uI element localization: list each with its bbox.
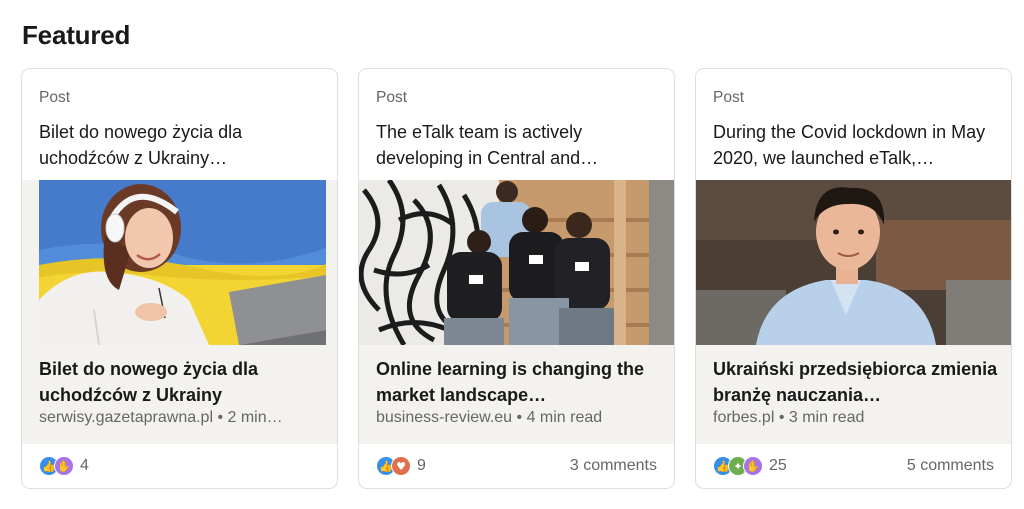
article-source: business-review.eu • 4 min read <box>376 409 603 426</box>
article-title[interactable]: Bilet do nowego życia dla uchodźców z Uk… <box>39 356 324 408</box>
reactions-summary[interactable]: 👍 ♥ 9 <box>376 456 426 476</box>
article-preview[interactable]: Ukraiński przedsiębiorca zmienia branżę … <box>696 180 1011 444</box>
reactions-summary[interactable]: 👍 ✋ 4 <box>39 456 89 476</box>
post-text[interactable]: Bilet do nowego życia dla uchodźców z Uk… <box>39 119 324 171</box>
featured-card[interactable]: Post During the Covid lockdown in May 20… <box>695 68 1012 489</box>
post-text[interactable]: The eTalk team is actively developing in… <box>376 119 661 171</box>
article-source: serwisy.gazetaprawna.pl • 2 min… <box>39 409 283 426</box>
support-reaction-icon: ✋ <box>54 456 74 476</box>
featured-card[interactable]: Post The eTalk team is actively developi… <box>358 68 675 489</box>
reaction-count[interactable]: 25 <box>769 457 787 475</box>
post-text[interactable]: During the Covid lockdown in May 2020, w… <box>713 119 998 171</box>
support-reaction-icon: ✋ <box>743 456 763 476</box>
comments-count[interactable]: 3 comments <box>570 457 657 475</box>
section-title: Featured <box>22 20 131 50</box>
article-preview[interactable]: Online learning is changing the market l… <box>359 180 674 444</box>
love-reaction-icon: ♥ <box>391 456 411 476</box>
card-kind-label: Post <box>39 89 71 106</box>
social-counts: 👍 ♥ 9 3 comments <box>376 455 657 477</box>
article-thumbnail[interactable] <box>696 180 1011 345</box>
reaction-count[interactable]: 9 <box>417 457 426 475</box>
featured-cards: Post Bilet do nowego życia dla uchodźców… <box>21 68 1012 489</box>
article-preview[interactable]: Bilet do nowego życia dla uchodźców z Uk… <box>22 180 337 444</box>
social-counts: 👍 ✦ ✋ 25 5 comments <box>713 455 994 477</box>
article-title[interactable]: Ukraiński przedsiębiorca zmienia branżę … <box>713 356 998 408</box>
card-kind-label: Post <box>376 89 408 106</box>
article-source: forbes.pl • 3 min read <box>713 409 865 426</box>
comments-count[interactable]: 5 comments <box>907 457 994 475</box>
reactions-summary[interactable]: 👍 ✦ ✋ 25 <box>713 456 787 476</box>
social-counts: 👍 ✋ 4 <box>39 455 320 477</box>
article-title[interactable]: Online learning is changing the market l… <box>376 356 661 408</box>
article-thumbnail[interactable] <box>39 180 326 345</box>
article-thumbnail[interactable] <box>359 180 674 345</box>
reaction-count[interactable]: 4 <box>80 457 89 475</box>
card-kind-label: Post <box>713 89 745 106</box>
featured-card[interactable]: Post Bilet do nowego życia dla uchodźców… <box>21 68 338 489</box>
